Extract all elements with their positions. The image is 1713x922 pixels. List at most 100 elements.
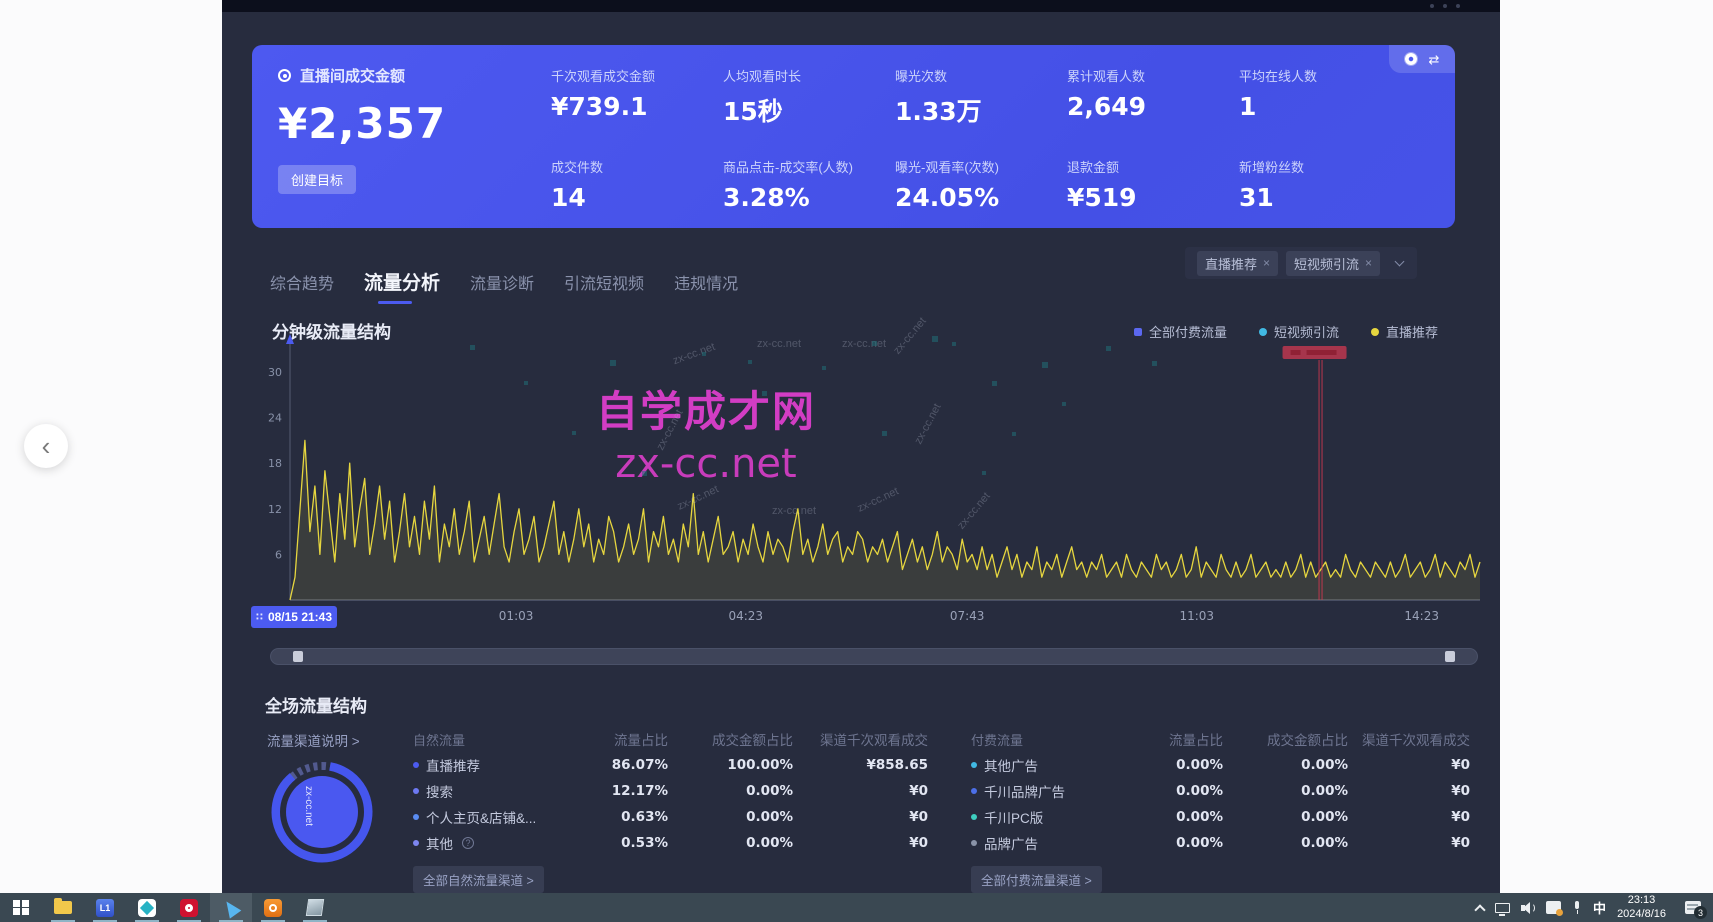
teal-app-icon	[138, 899, 156, 917]
cell-share: 12.17%	[558, 783, 668, 799]
svg-text:30: 30	[268, 366, 282, 379]
kpi-grid: 千次观看成交金额¥739.1 人均观看时长15秒 曝光次数1.33万 累计观看人…	[551, 61, 1411, 243]
cell-gmv-share: 0.00%	[1223, 809, 1348, 825]
all-paid-channels-link[interactable]: 全部付费流量渠道 >	[971, 866, 1102, 893]
taskbar-file-explorer[interactable]	[42, 893, 84, 922]
metric-label: 曝光-观看率(次数)	[895, 157, 1067, 176]
taskbar-app-red[interactable]	[168, 893, 210, 922]
cell-gmv-share: 0.00%	[668, 783, 793, 799]
l1-app-icon: L1	[96, 899, 114, 917]
cell-gpm: ¥0	[1348, 757, 1470, 773]
minute-traffic-chart[interactable]: 61218243001:0304:2307:4311:0314:23	[262, 330, 1492, 630]
taskbar-clock[interactable]: 23:13 2024/8/16	[1617, 894, 1666, 922]
svg-text:12: 12	[268, 503, 282, 516]
svg-text:07:43: 07:43	[950, 609, 985, 623]
cell-gmv-share: 0.00%	[668, 809, 793, 825]
cell-gmv-share: 100.00%	[668, 757, 793, 773]
cell-share: 0.00%	[1118, 757, 1223, 773]
svg-text:11:03: 11:03	[1179, 609, 1214, 623]
ime-indicator[interactable]: 中	[1593, 898, 1606, 917]
cell-share: 86.07%	[558, 757, 668, 773]
metric-label: 平均在线人数	[1239, 66, 1411, 85]
kpi-banner: ⇄ 直播间成交金额 ¥2,357 创建目标 千次观看成交金额¥739.1 人均观…	[252, 45, 1455, 228]
table-row-label: 个人主页&店铺&...	[400, 807, 558, 827]
swap-icon[interactable]: ⇄	[1429, 53, 1440, 66]
taskbar-image-viewer-active[interactable]	[210, 893, 252, 922]
folder-icon	[54, 901, 72, 914]
section-tabs: 综合趋势 流量分析 流量诊断 引流短视频 违规情况	[270, 268, 738, 295]
notification-center-icon[interactable]: 3	[1685, 901, 1701, 914]
orange-app-icon	[264, 899, 282, 917]
metric-value: ¥519	[1067, 183, 1239, 212]
metric-value: 24.05%	[895, 183, 1067, 212]
filter-tag-short-video[interactable]: 短视频引流 ×	[1286, 251, 1380, 276]
microphone-icon[interactable]	[1572, 901, 1582, 914]
channel-explain-link[interactable]: 流量渠道说明 >	[267, 730, 360, 750]
cell-share: 0.00%	[1118, 783, 1223, 799]
window-controls[interactable]	[1430, 4, 1460, 8]
table-row-label: 千川品牌广告	[958, 781, 1118, 801]
session-section-title: 全场流量结构	[265, 692, 367, 717]
metric-value: 3.28%	[723, 183, 895, 212]
table-row-label: 直播推荐	[400, 755, 558, 775]
zoom-handle-left[interactable]	[293, 651, 303, 662]
svg-text:18: 18	[268, 457, 282, 470]
svg-text:6: 6	[275, 548, 282, 561]
drag-handle-icon: ∷	[256, 612, 263, 623]
create-goal-button[interactable]: 创建目标	[278, 165, 356, 194]
primary-metric-value: ¥2,357	[278, 99, 446, 148]
taskbar-app-teal[interactable]	[126, 893, 168, 922]
tab-violations[interactable]: 违规情况	[674, 270, 738, 294]
taskbar-app-glass[interactable]	[294, 893, 336, 922]
column-header: 渠道千次观看成交	[793, 729, 928, 749]
chevron-down-icon[interactable]	[1395, 257, 1405, 267]
column-header: 成交金额占比	[1223, 729, 1348, 749]
metric-label: 千次观看成交金额	[551, 66, 723, 85]
tab-overall-trend[interactable]: 综合趋势	[270, 270, 334, 294]
channel-filter-select[interactable]: 直播推荐 × 短视频引流 ×	[1185, 247, 1417, 279]
primary-metric-label: 直播间成交金额	[300, 65, 405, 86]
table-row-label: 其他?	[400, 833, 558, 853]
hidden-icons-chevron[interactable]	[1474, 904, 1485, 915]
column-header: 付费流量	[958, 730, 1118, 749]
taskbar-app-orange[interactable]	[252, 893, 294, 922]
taskbar-app-l1[interactable]: L1	[84, 893, 126, 922]
cursor-app-icon	[221, 897, 242, 918]
cell-gpm: ¥0	[1348, 835, 1470, 851]
windows-start-button[interactable]	[0, 893, 42, 922]
network-icon[interactable]	[1495, 903, 1510, 913]
window-titlebar	[222, 0, 1500, 12]
remove-tag-icon[interactable]: ×	[1263, 256, 1270, 270]
svg-text:14:23: 14:23	[1404, 609, 1439, 623]
tab-short-video[interactable]: 引流短视频	[564, 270, 644, 294]
system-tray: 中 23:13 2024/8/16 3	[1476, 894, 1713, 922]
volume-icon[interactable]	[1521, 902, 1535, 914]
previous-image-button[interactable]: ‹	[24, 424, 68, 468]
photos-tray-icon[interactable]	[1546, 901, 1561, 914]
natural-traffic-table: 自然流量 流量占比 成交金额占比 渠道千次观看成交 直播推荐 86.07% 10…	[400, 726, 928, 893]
metric-value: 14	[551, 183, 723, 212]
all-natural-channels-link[interactable]: 全部自然流量渠道 >	[413, 866, 544, 893]
red-ring-app-icon	[180, 899, 198, 917]
column-header: 自然流量	[400, 730, 558, 749]
cell-gpm: ¥0	[793, 809, 928, 825]
metric-label: 曝光次数	[895, 66, 1067, 85]
filter-tag-live-recommend[interactable]: 直播推荐 ×	[1197, 251, 1278, 276]
table-row-label: 其他广告	[958, 755, 1118, 775]
zoom-handle-right[interactable]	[1445, 651, 1455, 662]
tab-traffic-analysis[interactable]: 流量分析	[364, 268, 440, 295]
cell-gmv-share: 0.00%	[668, 835, 793, 851]
metric-label: 人均观看时长	[723, 66, 895, 85]
tab-traffic-diagnosis[interactable]: 流量诊断	[470, 270, 534, 294]
cell-gpm: ¥0	[793, 783, 928, 799]
metric-label: 退款金额	[1067, 157, 1239, 176]
cell-share: 0.00%	[1118, 835, 1223, 851]
help-icon[interactable]: ?	[462, 837, 474, 849]
chart-start-time-label[interactable]: ∷ 08/15 21:43	[251, 606, 337, 628]
remove-tag-icon[interactable]: ×	[1365, 256, 1372, 270]
cell-gmv-share: 0.00%	[1223, 835, 1348, 851]
table-row-label: 搜索	[400, 781, 558, 801]
cell-share: 0.53%	[558, 835, 668, 851]
chart-zoom-scrollbar[interactable]	[270, 648, 1478, 665]
metric-value: 1.33万	[895, 92, 1067, 128]
